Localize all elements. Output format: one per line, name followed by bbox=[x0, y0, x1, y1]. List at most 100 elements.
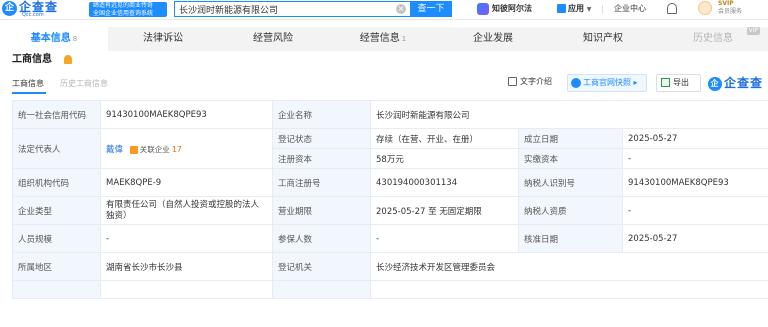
table-row: 组织机构代码 MAEK8QPE-9 工商注册号 430194000301134 … bbox=[12, 168, 768, 197]
approve-date-value: 2025-05-27 bbox=[621, 224, 768, 253]
snapshot-icon bbox=[571, 77, 581, 88]
ai-label: 知彼阿尔法 bbox=[492, 4, 532, 13]
ent-type-label: 企业类型 bbox=[12, 196, 101, 225]
biz-reg-no-value: 430194000301134 bbox=[370, 168, 519, 197]
search-button[interactable]: 查一下 bbox=[410, 1, 452, 17]
ai-assistant-button[interactable]: 知彼阿尔法 bbox=[477, 2, 532, 16]
region-value: 湖南省长沙市长沙县 bbox=[100, 252, 273, 281]
tab-label: 历史信息 bbox=[693, 33, 733, 44]
found-date-label: 成立日期 bbox=[518, 128, 623, 149]
legal-rep-label: 法定代表人 bbox=[12, 128, 101, 169]
qcc-logo[interactable]: 企 企查查 Qcc.com 缔造有远见的商业传奇 全国企业信用查询系统 bbox=[2, 0, 172, 20]
qcc-logo-icon: 企 bbox=[708, 76, 722, 91]
biz-reg-no-label: 工商注册号 bbox=[272, 168, 371, 197]
tab-development[interactable]: 企业发展 bbox=[438, 27, 548, 51]
svip-label: SVIP bbox=[718, 0, 734, 7]
reg-authority-label: 登记机关 bbox=[272, 252, 371, 281]
main-tab-bar: 基本信息 8 法律诉讼 经营风险 经营信息 1 企业发展 知识产权 历史信息 VIP bbox=[0, 27, 768, 51]
paid-capital-label: 实缴资本 bbox=[518, 148, 623, 169]
subtab-business-info[interactable]: 工商信息 bbox=[12, 78, 44, 90]
staff-size-label: 人员规模 bbox=[12, 224, 101, 253]
table-row: 所属地区 湖南省长沙市长沙县 登记机关 长沙经济技术开发区管理委员会 bbox=[12, 252, 768, 281]
associated-companies-link[interactable]: 关联企业 17 bbox=[129, 144, 182, 154]
legal-rep-cell: 戴偉 关联企业 17 bbox=[100, 128, 273, 169]
biz-term-value: 2025-05-27 至 无固定期限 bbox=[370, 196, 519, 225]
cut-off-cell bbox=[369, 280, 768, 299]
clear-icon[interactable]: × bbox=[396, 4, 406, 14]
taxpayer-id-label: 纳税人识别号 bbox=[518, 168, 623, 197]
cut-off-label bbox=[12, 280, 101, 299]
credit-code-label: 统一社会信用代码 bbox=[12, 100, 101, 129]
section-title: 工商信息 bbox=[12, 54, 52, 65]
reg-status-label: 登记状态 bbox=[272, 128, 371, 149]
chevron-down-icon: ▼ bbox=[586, 6, 592, 13]
excel-icon bbox=[661, 78, 670, 87]
logo-domain: Qcc.com bbox=[22, 12, 44, 18]
taxpayer-id-value: 91430100MAEK8QPE93 bbox=[621, 168, 768, 197]
business-info-table: 统一社会信用代码 91430100MAEK8QPE93 企业名称 长沙润时新能源… bbox=[12, 100, 768, 299]
found-date-value: 2025-05-27 bbox=[621, 128, 768, 149]
reg-status-value: 存续（在营、开业、在册） bbox=[370, 128, 519, 149]
search-box: × bbox=[174, 1, 410, 17]
subtab-history-business-info[interactable]: 历史工商信息 bbox=[60, 78, 108, 90]
text-intro-button[interactable]: 文字介绍 bbox=[508, 74, 552, 92]
table-row: 统一社会信用代码 91430100MAEK8QPE93 企业名称 长沙润时新能源… bbox=[12, 100, 768, 129]
tab-count: 8 bbox=[72, 35, 78, 43]
assoc-count: 17 bbox=[172, 144, 182, 154]
tab-label: 企业发展 bbox=[473, 33, 513, 44]
ent-type-value: 有限责任公司（自然人投资或控股的法人独资） bbox=[100, 196, 273, 225]
assoc-label: 关联企业 bbox=[139, 144, 170, 154]
credit-code-value: 91430100MAEK8QPE93 bbox=[100, 100, 273, 129]
tab-legal[interactable]: 法律诉讼 bbox=[108, 27, 218, 51]
official-snapshot-button[interactable]: 工商官网快照 ▸ bbox=[567, 74, 647, 92]
tab-basic-info[interactable]: 基本信息 8 bbox=[0, 27, 108, 51]
svip-badge[interactable]: SVIP 会员服务 bbox=[718, 0, 742, 16]
cut-off-label bbox=[272, 280, 371, 299]
vip-badge: VIP bbox=[746, 27, 760, 35]
snapshot-label: 工商官网快照 bbox=[583, 78, 631, 87]
associated-icon bbox=[129, 145, 138, 154]
legal-rep-link[interactable]: 戴偉 bbox=[106, 145, 123, 155]
company-name-value: 长沙润时新能源有限公司 bbox=[369, 100, 768, 129]
logo-mark-icon: 企 bbox=[2, 1, 17, 16]
document-icon bbox=[508, 77, 517, 86]
taxpayer-qual-label: 纳税人资质 bbox=[518, 196, 623, 225]
app-label: 应用 bbox=[568, 4, 584, 13]
ai-logo-icon bbox=[477, 2, 489, 15]
app-grid-icon bbox=[557, 4, 566, 13]
tab-label: 基本信息 bbox=[30, 33, 71, 44]
enterprise-center-link[interactable]: 企业中心 bbox=[614, 2, 646, 16]
reg-capital-label: 注册资本 bbox=[272, 148, 371, 169]
paid-capital-value: - bbox=[621, 148, 768, 169]
company-name-label: 企业名称 bbox=[272, 100, 371, 129]
app-menu[interactable]: 应用 ▼ bbox=[557, 2, 591, 16]
tab-ip[interactable]: 知识产权 bbox=[548, 27, 658, 51]
tab-label: 经营信息 bbox=[359, 33, 400, 44]
reg-capital-value: 58万元 bbox=[370, 148, 519, 169]
subscribe-bell-icon[interactable] bbox=[64, 55, 72, 64]
active-subtab-indicator bbox=[12, 92, 46, 94]
tab-history[interactable]: 历史信息 VIP bbox=[658, 27, 768, 51]
region-label: 所属地区 bbox=[12, 252, 101, 281]
export-label: 导出 bbox=[673, 78, 689, 87]
header-divider bbox=[602, 5, 603, 14]
tab-label: 知识产权 bbox=[583, 33, 623, 44]
tab-risk[interactable]: 经营风险 bbox=[218, 27, 328, 51]
slogan-banner: 缔造有远见的商业传奇 全国企业信用查询系统 bbox=[89, 2, 167, 17]
export-button[interactable]: 导出 bbox=[656, 74, 701, 92]
search-input[interactable] bbox=[175, 2, 385, 16]
svip-sub: 会员服务 bbox=[718, 8, 743, 15]
tab-operation[interactable]: 经营信息 1 bbox=[328, 27, 438, 51]
qcc-brand: 企查查 bbox=[724, 76, 764, 90]
table-row bbox=[12, 280, 768, 299]
bell-icon[interactable] bbox=[667, 3, 677, 14]
org-code-label: 组织机构代码 bbox=[12, 168, 101, 197]
org-code-value: MAEK8QPE-9 bbox=[100, 168, 273, 197]
top-header: 企 企查查 Qcc.com 缔造有远见的商业传奇 全国企业信用查询系统 × 查一… bbox=[0, 0, 768, 20]
tab-count: 1 bbox=[401, 35, 407, 43]
table-row: 法定代表人 戴偉 关联企业 17 登记状态 存续（在营、开业、在册） 成立日期 … bbox=[12, 128, 768, 169]
approve-date-label: 核准日期 bbox=[518, 224, 623, 253]
table-row: 企业类型 有限责任公司（自然人投资或控股的法人独资） 营业期限 2025-05-… bbox=[12, 196, 768, 225]
table-row: 人员规模 - 参保人数 - 核准日期 2025-05-27 bbox=[12, 224, 768, 253]
avatar[interactable] bbox=[698, 1, 712, 15]
